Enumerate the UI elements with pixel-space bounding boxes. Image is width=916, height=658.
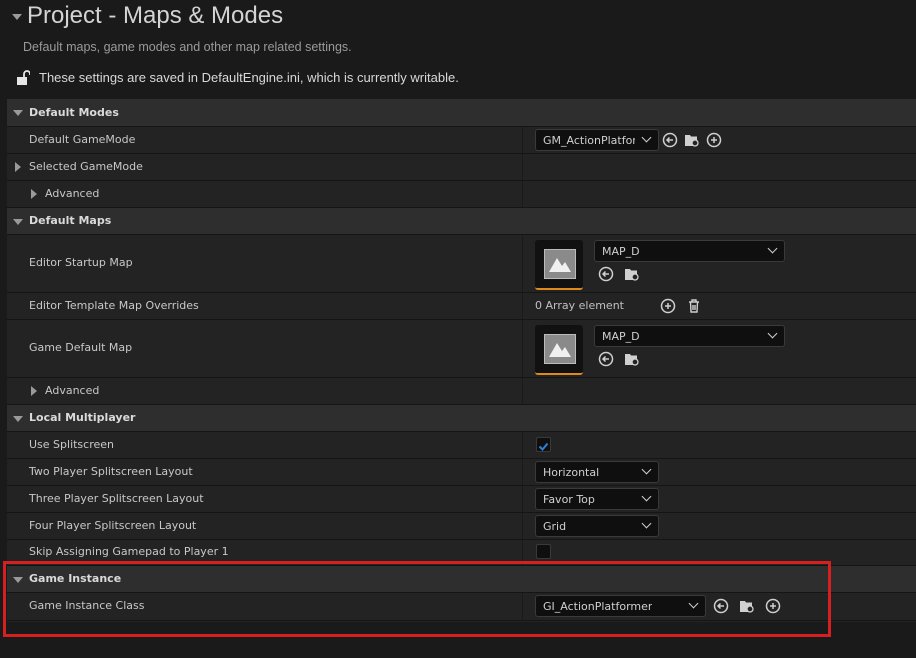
game-default-map-combo[interactable]: MAP_D bbox=[594, 325, 785, 347]
row-default-gamemode: Default GameMode GM_ActionPlatfor bbox=[7, 127, 916, 154]
property-label: Two Player Splitscreen Layout bbox=[29, 465, 193, 478]
map-thumbnail-icon[interactable] bbox=[535, 240, 583, 290]
row-default-maps-advanced[interactable]: Advanced bbox=[7, 378, 916, 405]
game-default-map-value: MAP_D bbox=[602, 330, 640, 343]
add-circle-icon[interactable] bbox=[706, 132, 722, 148]
skip-gamepad-checkbox[interactable] bbox=[536, 544, 551, 559]
settings-header: Project - Maps & Modes Default maps, gam… bbox=[0, 0, 916, 100]
add-circle-icon[interactable] bbox=[660, 298, 676, 314]
column-divider[interactable] bbox=[522, 486, 523, 512]
column-divider[interactable] bbox=[522, 459, 523, 485]
gamemode-combo[interactable]: GM_ActionPlatfor bbox=[535, 129, 659, 151]
browse-arrow-icon[interactable] bbox=[662, 132, 678, 148]
collapse-caret-icon[interactable] bbox=[12, 14, 22, 20]
expand-arrow-icon[interactable] bbox=[31, 386, 37, 396]
property-label: Selected GameMode bbox=[29, 160, 143, 173]
property-label: Editor Template Map Overrides bbox=[29, 299, 199, 312]
collapse-arrow-icon[interactable] bbox=[13, 416, 23, 422]
column-divider[interactable] bbox=[522, 593, 523, 620]
startup-map-value: MAP_D bbox=[602, 245, 640, 258]
row-use-splitscreen: Use Splitscreen bbox=[7, 432, 916, 459]
row-editor-startup-map: Editor Startup Map MAP_D bbox=[7, 235, 916, 293]
expand-arrow-icon[interactable] bbox=[15, 162, 21, 172]
column-divider[interactable] bbox=[522, 320, 523, 377]
property-label: Three Player Splitscreen Layout bbox=[29, 492, 204, 505]
four-player-layout-value: Grid bbox=[543, 520, 567, 533]
two-player-layout-combo[interactable]: Horizontal bbox=[535, 461, 659, 483]
chevron-down-icon bbox=[641, 491, 652, 502]
column-divider[interactable] bbox=[522, 154, 523, 180]
collapse-arrow-icon[interactable] bbox=[13, 110, 23, 116]
column-divider[interactable] bbox=[522, 513, 523, 539]
four-player-layout-combo[interactable]: Grid bbox=[535, 515, 659, 537]
collapse-arrow-icon[interactable] bbox=[13, 577, 23, 583]
two-player-layout-value: Horizontal bbox=[543, 466, 600, 479]
column-divider[interactable] bbox=[522, 293, 523, 319]
map-thumbnail-icon[interactable] bbox=[535, 325, 583, 375]
category-default-maps[interactable]: Default Maps bbox=[7, 208, 916, 235]
row-two-player-layout: Two Player Splitscreen Layout Horizontal bbox=[7, 459, 916, 486]
startup-map-combo[interactable]: MAP_D bbox=[594, 240, 785, 262]
column-divider[interactable] bbox=[522, 181, 523, 207]
folder-search-icon[interactable] bbox=[624, 266, 640, 282]
browse-arrow-icon[interactable] bbox=[598, 266, 614, 282]
browse-arrow-icon[interactable] bbox=[713, 598, 729, 614]
chevron-down-icon bbox=[767, 243, 778, 254]
row-four-player-layout: Four Player Splitscreen Layout Grid bbox=[7, 513, 916, 540]
add-circle-icon[interactable] bbox=[765, 598, 781, 614]
three-player-layout-combo[interactable]: Favor Top bbox=[535, 488, 659, 510]
property-label: Four Player Splitscreen Layout bbox=[29, 519, 197, 532]
row-template-map-overrides: Editor Template Map Overrides 0 Array el… bbox=[7, 293, 916, 320]
gamemode-value: GM_ActionPlatfor bbox=[543, 134, 635, 147]
chevron-down-icon bbox=[641, 464, 652, 475]
row-game-default-map: Game Default Map MAP_D bbox=[7, 320, 916, 378]
category-label: Default Modes bbox=[29, 106, 119, 119]
row-three-player-layout: Three Player Splitscreen Layout Favor To… bbox=[7, 486, 916, 513]
row-default-modes-advanced[interactable]: Advanced bbox=[7, 181, 916, 208]
game-instance-class-combo[interactable]: GI_ActionPlatformer bbox=[535, 595, 706, 617]
folder-search-icon[interactable] bbox=[739, 598, 755, 614]
property-label: Use Splitscreen bbox=[29, 438, 115, 451]
property-label: Game Instance Class bbox=[29, 599, 145, 612]
game-instance-class-value: GI_ActionPlatformer bbox=[543, 600, 653, 613]
row-selected-gamemode[interactable]: Selected GameMode bbox=[7, 154, 916, 181]
chevron-down-icon bbox=[641, 518, 652, 529]
column-divider[interactable] bbox=[522, 127, 523, 153]
property-label: Skip Assigning Gamepad to Player 1 bbox=[29, 545, 229, 558]
chevron-down-icon bbox=[641, 132, 652, 143]
chevron-down-icon bbox=[688, 598, 699, 609]
property-label: Game Default Map bbox=[29, 341, 133, 354]
category-game-instance[interactable]: Game Instance bbox=[7, 566, 916, 593]
property-label: Default GameMode bbox=[29, 133, 136, 146]
category-label: Game Instance bbox=[29, 572, 122, 585]
use-splitscreen-checkbox[interactable] bbox=[536, 437, 551, 452]
folder-search-icon[interactable] bbox=[624, 351, 640, 367]
page-title: Project - Maps & Modes bbox=[27, 2, 284, 29]
column-divider[interactable] bbox=[522, 540, 523, 565]
advanced-label: Advanced bbox=[45, 187, 100, 200]
expand-arrow-icon[interactable] bbox=[31, 189, 37, 199]
collapse-arrow-icon[interactable] bbox=[13, 219, 23, 225]
category-label: Local Multiplayer bbox=[29, 411, 136, 424]
row-skip-gamepad: Skip Assigning Gamepad to Player 1 bbox=[7, 540, 916, 566]
property-label: Editor Startup Map bbox=[29, 256, 133, 269]
lock-open-icon bbox=[17, 70, 30, 85]
array-count: 0 Array element bbox=[535, 299, 624, 312]
category-default-modes[interactable]: Default Modes bbox=[7, 99, 916, 127]
chevron-down-icon bbox=[767, 328, 778, 339]
category-label: Default Maps bbox=[29, 214, 112, 227]
column-divider[interactable] bbox=[522, 432, 523, 458]
page-subtitle: Default maps, game modes and other map r… bbox=[23, 40, 352, 54]
row-game-instance-class: Game Instance Class GI_ActionPlatformer bbox=[7, 593, 916, 621]
trash-icon[interactable] bbox=[686, 298, 702, 314]
category-local-multiplayer[interactable]: Local Multiplayer bbox=[7, 405, 916, 432]
browse-arrow-icon[interactable] bbox=[598, 351, 614, 367]
checkmark-icon bbox=[538, 442, 549, 451]
column-divider[interactable] bbox=[522, 235, 523, 292]
folder-search-icon[interactable] bbox=[684, 132, 700, 148]
advanced-label: Advanced bbox=[45, 384, 100, 397]
three-player-layout-value: Favor Top bbox=[543, 493, 595, 506]
writable-notice: These settings are saved in DefaultEngin… bbox=[39, 70, 459, 85]
column-divider[interactable] bbox=[522, 378, 523, 404]
